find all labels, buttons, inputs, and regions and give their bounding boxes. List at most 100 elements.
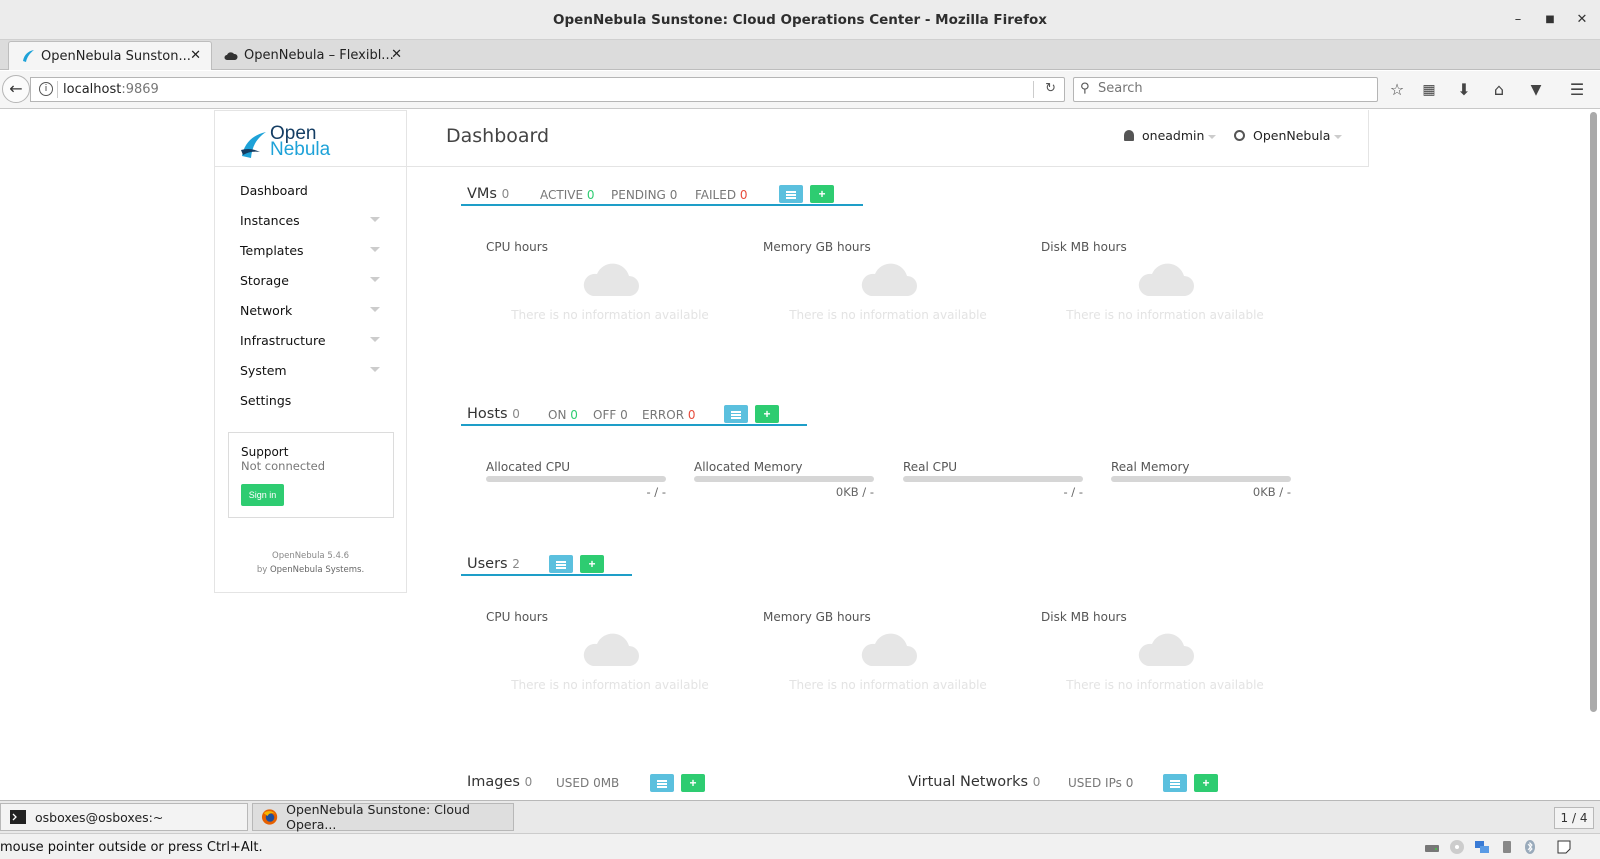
search-icon: ⚲	[1080, 81, 1090, 96]
sidebar-item-label: Templates	[240, 243, 304, 258]
network-icon[interactable]	[1474, 839, 1490, 855]
page-scrollbar-thumb[interactable]	[1590, 112, 1597, 712]
users-count: 2	[512, 557, 520, 571]
user-name: oneadmin	[1142, 128, 1205, 143]
bluetooth-icon[interactable]	[1522, 839, 1538, 855]
users-memory-hours-label: Memory GB hours	[763, 610, 871, 624]
logo-divider	[214, 166, 407, 167]
vms-count: 0	[501, 187, 510, 201]
sidebar-item-settings[interactable]: Settings	[240, 393, 291, 408]
zone-menu[interactable]: OpenNebula	[1234, 128, 1343, 143]
sign-in-button[interactable]: Sign in	[241, 484, 284, 506]
maximize-icon[interactable]: ■	[1540, 10, 1560, 30]
tab-close-icon[interactable]: ✕	[391, 47, 402, 62]
url-text[interactable]: localhost:9869	[63, 82, 159, 97]
close-icon[interactable]: ✕	[1572, 10, 1592, 30]
minimize-icon[interactable]: –	[1508, 10, 1528, 30]
hosts-add-button[interactable]: +	[755, 405, 779, 423]
vms-cpu-empty-text: There is no information available	[511, 308, 709, 322]
caret-down-icon	[1208, 134, 1217, 139]
vms-disk-empty-text: There is no information available	[1066, 308, 1264, 322]
hosts-list-button[interactable]	[724, 405, 748, 423]
real-memory-label: Real Memory	[1111, 460, 1190, 474]
notes-icon[interactable]	[1556, 839, 1572, 855]
sidebar-item-templates[interactable]: Templates	[240, 243, 380, 258]
users-underline	[461, 574, 632, 576]
logo-text: Open Nebula	[270, 124, 330, 159]
hamburger-menu-icon[interactable]: ☰	[1566, 79, 1588, 101]
users-title-label: Users	[467, 556, 508, 572]
vms-list-button[interactable]	[779, 185, 803, 203]
opennebula-logo[interactable]: Open Nebula	[240, 124, 350, 166]
download-icon[interactable]: ⬇	[1453, 79, 1475, 101]
window-titlebar: OpenNebula Sunstone: Cloud Operations Ce…	[0, 0, 1600, 40]
users-list-button[interactable]	[549, 555, 573, 573]
images-list-button[interactable]	[650, 774, 674, 792]
vnets-title[interactable]: Virtual Networks 0	[908, 774, 1040, 790]
tab-close-icon[interactable]: ✕	[190, 48, 201, 63]
users-add-button[interactable]: +	[580, 555, 604, 573]
sidebar-item-network[interactable]: Network	[240, 303, 380, 318]
stat-label: ACTIVE	[540, 188, 584, 202]
allocated-cpu-label: Allocated CPU	[486, 460, 571, 474]
user-icon	[1124, 130, 1134, 141]
url-host: localhost	[63, 82, 122, 97]
sidebar-item-dashboard[interactable]: Dashboard	[240, 183, 308, 198]
bookmarks-library-icon[interactable]: ▦	[1418, 79, 1440, 101]
status-bar: mouse pointer outside or press Ctrl+Alt.	[0, 833, 1600, 859]
users-title[interactable]: Users 2	[467, 556, 520, 572]
reload-icon[interactable]: ↻	[1045, 81, 1056, 96]
vms-add-button[interactable]: +	[810, 185, 834, 203]
stat-value: 0	[739, 188, 748, 202]
images-add-button[interactable]: +	[681, 774, 705, 792]
bookmark-star-icon[interactable]: ☆	[1386, 79, 1408, 101]
tab-sunstone[interactable]: OpenNebula Sunston... ✕	[8, 41, 212, 70]
users-disk-empty-text: There is no information available	[1066, 678, 1264, 692]
sidebar-item-label: Instances	[240, 213, 300, 228]
images-title[interactable]: Images 0	[467, 774, 532, 790]
caret-down-icon	[370, 367, 380, 372]
home-icon[interactable]: ⌂	[1488, 79, 1510, 101]
vms-pending-stat: PENDING 0	[611, 188, 677, 202]
task-terminal[interactable]: osboxes@osboxes:~	[0, 803, 248, 831]
url-bar[interactable]: i localhost:9869 ↻	[30, 77, 1065, 102]
optical-disc-icon[interactable]	[1449, 839, 1465, 855]
harddisk-icon[interactable]	[1424, 839, 1440, 855]
back-button[interactable]: ←	[2, 75, 30, 103]
sidebar-item-label: Infrastructure	[240, 333, 326, 348]
vms-failed-stat: FAILED 0	[695, 188, 748, 202]
real-cpu-value: - / -	[1063, 485, 1084, 499]
hosts-title[interactable]: Hosts 0	[467, 406, 520, 422]
sidebar-item-storage[interactable]: Storage	[240, 273, 380, 288]
users-cpu-hours-label: CPU hours	[486, 610, 548, 624]
sidebar-item-infrastructure[interactable]: Infrastructure	[240, 333, 380, 348]
cloud-icon	[861, 263, 917, 296]
pocket-icon[interactable]: ▼	[1525, 79, 1547, 101]
caret-down-icon	[370, 337, 380, 342]
images-count: 0	[524, 775, 533, 789]
sidebar-item-label: Storage	[240, 273, 289, 288]
real-cpu-label: Real CPU	[903, 460, 958, 474]
tab-flexible[interactable]: OpenNebula – Flexibl... ✕	[212, 41, 412, 70]
vendor-prefix: by	[256, 565, 268, 575]
cloud-icon	[861, 633, 917, 666]
vendor-link[interactable]: OpenNebula Systems.	[270, 565, 364, 575]
usb-icon[interactable]	[1499, 839, 1515, 855]
allocated-cpu-value: - / -	[646, 485, 667, 499]
info-icon[interactable]: i	[39, 82, 53, 96]
cloud-icon	[1138, 633, 1194, 666]
vms-memory-empty-text: There is no information available	[789, 308, 987, 322]
user-menu[interactable]: oneadmin	[1124, 128, 1217, 143]
vnets-list-button[interactable]	[1163, 774, 1187, 792]
workspace-pager[interactable]: 1 / 4	[1554, 807, 1594, 829]
task-firefox[interactable]: OpenNebula Sunstone: Cloud Opera...	[252, 802, 514, 832]
hosts-title-label: Hosts	[467, 406, 508, 422]
vms-title[interactable]: VMs 0	[467, 186, 509, 202]
page-title: Dashboard	[446, 125, 550, 147]
search-bar[interactable]: ⚲	[1073, 77, 1378, 102]
search-input[interactable]	[1098, 81, 1358, 96]
sidebar-item-system[interactable]: System	[240, 363, 380, 378]
sidebar-item-instances[interactable]: Instances	[240, 213, 380, 228]
vnets-add-button[interactable]: +	[1194, 774, 1218, 792]
allocated-cpu-bar	[486, 476, 666, 482]
